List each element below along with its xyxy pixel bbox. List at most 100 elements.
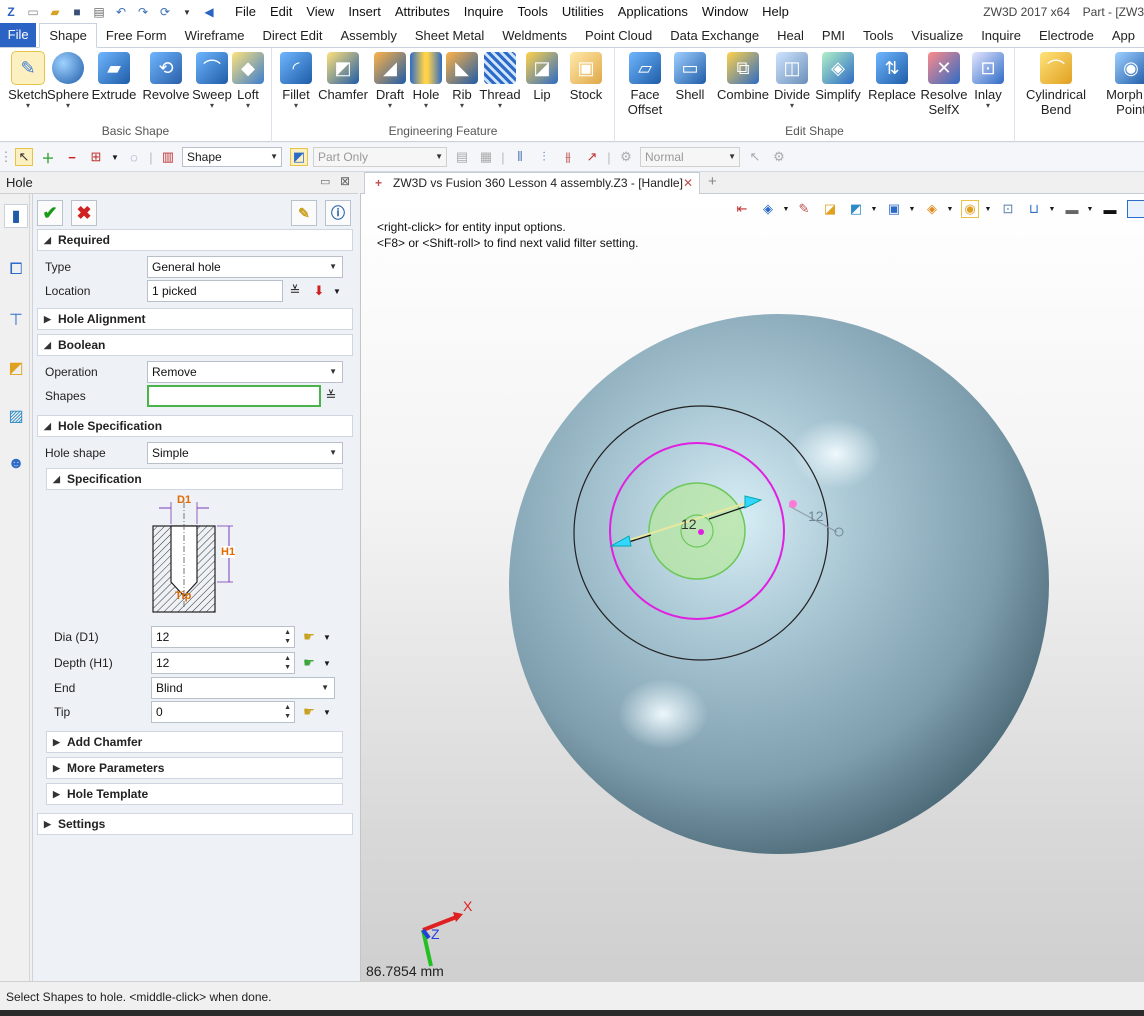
fillet-button[interactable]: ◜ Fillet ▾ [278,52,314,110]
menu-arrow-icon[interactable]: ◀ [201,4,217,20]
extrude-button[interactable]: ▰ Extrude [92,52,136,102]
menu-help[interactable]: Help [755,0,796,24]
menu-inquire[interactable]: Inquire [457,0,511,24]
panel-pin-icon[interactable]: ▭ [320,175,330,188]
dimension-label-b[interactable]: 12 [808,508,824,524]
hole-preview[interactable] [648,482,746,580]
divide-button[interactable]: ◫ Divide ▾ [773,52,811,110]
normal-combo[interactable]: Normal ▼ [640,147,740,167]
refresh-icon[interactable]: ⟳ [157,4,173,20]
manager-panel-icon[interactable]: ▮ [4,204,28,228]
location-field[interactable]: 1 picked [147,280,283,302]
menu-tools[interactable]: Tools [511,0,555,24]
expand-chevrons-icon[interactable]: ≚ [287,283,303,299]
spin-arrows-icon[interactable]: ▲ ▼ [284,628,291,646]
dropdown-arrow-icon[interactable]: ▼ [111,148,119,166]
lasso-select-icon[interactable]: ◌ [125,148,143,166]
pick-point-icon[interactable]: ⬇ [311,283,327,299]
spin-arrows-icon[interactable]: ▲ ▼ [284,703,291,721]
tab-assembly[interactable]: Assembly [332,24,406,47]
sphere-body[interactable] [509,314,1049,854]
dropdown-arrow-icon[interactable]: ▼ [319,655,335,671]
align-center-icon[interactable]: ⫶ [535,148,553,166]
tab-tools[interactable]: Tools [854,24,902,47]
filter-lock-icon[interactable]: ▦ [477,148,495,166]
assembly-tree-icon[interactable]: ⊤ [4,308,28,332]
undo-icon[interactable]: ↶ [113,4,129,20]
end-select[interactable]: Blind ▼ [151,677,335,699]
filter-grid-icon[interactable]: ▤ [453,148,471,166]
stock-button[interactable]: ▣ Stock [568,52,604,102]
info-button[interactable]: ⓘ [325,200,351,226]
sweep-button[interactable]: ⌒ Sweep ▾ [192,52,232,110]
hole-shape-select[interactable]: Simple ▼ [147,442,343,464]
filter-icon[interactable]: ▥ [159,148,177,166]
menu-insert[interactable]: Insert [341,0,388,24]
tab-app[interactable]: App [1103,24,1144,47]
image-view-icon[interactable]: ▨ [4,404,28,428]
operation-select[interactable]: Remove ▼ [147,361,343,383]
shapes-field[interactable] [147,385,321,407]
tab-electrode[interactable]: Electrode [1030,24,1103,47]
sphere-button[interactable]: Sphere ▾ [47,52,89,110]
rib-button[interactable]: ◣ Rib ▾ [446,52,478,110]
thread-button[interactable]: Thread ▾ [479,52,521,110]
chamfer-button[interactable]: ◩ Chamfer [318,52,368,102]
tab-point-cloud[interactable]: Point Cloud [576,24,661,47]
new-file-icon[interactable]: ▭ [25,4,41,20]
menu-applications[interactable]: Applications [611,0,695,24]
gear-icon[interactable]: ⚙ [617,148,635,166]
dia-stepper[interactable]: 12 ▲ ▼ [151,626,295,648]
cursor-disabled-icon[interactable]: ↖ [746,148,764,166]
morph-point-button[interactable]: ◉ Morph w Point [1103,52,1144,117]
shell-button[interactable]: ▭ Shell [673,52,707,102]
cancel-button[interactable]: ✖ [71,200,97,226]
tab-free-form[interactable]: Free Form [97,24,176,47]
print-icon[interactable]: ▤ [91,4,107,20]
lip-button[interactable]: ◪ Lip [526,52,558,102]
align-left-icon[interactable]: ⫴ [511,148,529,166]
hole-button[interactable]: Hole ▾ [410,52,442,110]
tab-file[interactable]: File [0,23,37,47]
tab-sheet-metal[interactable]: Sheet Metal [406,24,493,47]
remove-icon[interactable]: − [63,148,81,166]
redo-icon[interactable]: ↷ [135,4,151,20]
combine-button[interactable]: ⧉ Combine [717,52,769,102]
inlay-button[interactable]: ⊡ Inlay ▾ [971,52,1005,110]
expand-chevrons-icon[interactable]: ≚ [323,388,339,404]
panel-close-icon[interactable]: ⊠ [340,174,350,188]
settings-disabled-icon[interactable]: ⚙ [770,148,788,166]
part-filter-icon[interactable]: ◩ [290,148,308,166]
spin-arrows-icon[interactable]: ▲ ▼ [284,654,291,672]
section-required[interactable]: ◢ Required [37,229,353,251]
tab-shape[interactable]: Shape [39,23,97,48]
menu-attributes[interactable]: Attributes [388,0,457,24]
box-select-icon[interactable]: ⊞ [87,148,105,166]
document-tab-close-icon[interactable]: ✕ [683,173,693,194]
draft-button[interactable]: ◢ Draft ▾ [372,52,408,110]
section-boolean[interactable]: ◢ Boolean [37,334,353,356]
tab-inquire[interactable]: Inquire [972,24,1030,47]
tab-weldments[interactable]: Weldments [493,24,576,47]
tab-heal[interactable]: Heal [768,24,813,47]
resolve-selfx-button[interactable]: ✕ Resolve SelfX [921,52,967,117]
menu-utilities[interactable]: Utilities [555,0,611,24]
param-hand-icon[interactable]: ☛ [301,629,317,645]
history-tree-icon[interactable]: ⧠ [4,258,28,282]
subsection-more-parameters[interactable]: ▶ More Parameters [46,757,343,779]
tab-visualize[interactable]: Visualize [902,24,972,47]
brush-button[interactable]: ✎ [291,200,317,226]
customize-dropdown-icon[interactable]: ▼ [179,4,195,20]
ok-button[interactable]: ✔ [37,200,63,226]
open-folder-icon[interactable]: ▰ [47,4,63,20]
filter-combo[interactable]: Shape ▼ [182,147,282,167]
pick-arrow-icon[interactable]: ↗ [583,148,601,166]
replace-button[interactable]: ⇅ Replace [868,52,916,102]
section-hole-specification[interactable]: ◢ Hole Specification [37,415,353,437]
tab-direct-edit[interactable]: Direct Edit [254,24,332,47]
dropdown-arrow-icon[interactable]: ▼ [319,629,335,645]
subsection-add-chamfer[interactable]: ▶ Add Chamfer [46,731,343,753]
face-offset-button[interactable]: ▱ Face Offset [623,52,667,117]
menu-view[interactable]: View [299,0,341,24]
cylindrical-bend-button[interactable]: ⌒ Cylindrical Bend [1025,52,1087,117]
